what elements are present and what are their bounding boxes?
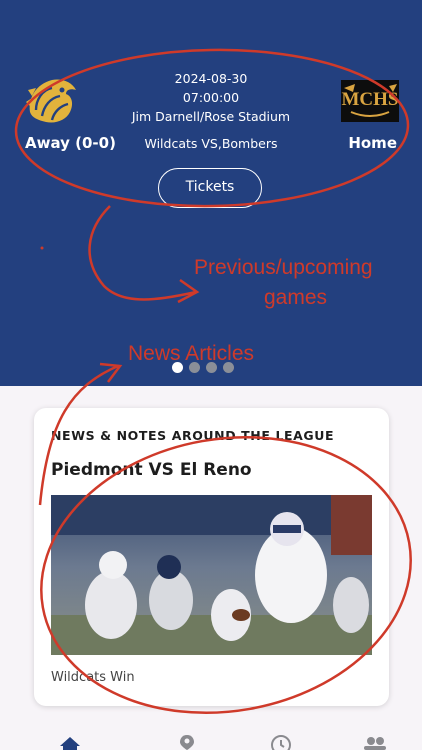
tickets-button[interactable]: Tickets — [158, 168, 262, 208]
annotation-label-games-1: Previous/upcoming — [194, 256, 373, 279]
matchup-text: Wildcats VS,Bombers — [144, 136, 278, 151]
svg-text:MCHS: MCHS — [342, 89, 399, 110]
annotation-label-news: News Articles — [128, 342, 255, 365]
clock-icon[interactable] — [270, 734, 292, 750]
game-carousel[interactable]: MCHS 2024-08-30 07:00:00 Jim Darnell/Ros… — [0, 0, 422, 386]
game-info: 2024-08-30 07:00:00 Jim Darnell/Rose Sta… — [111, 69, 311, 126]
home-team-label: Home — [348, 134, 397, 152]
away-team-logo — [22, 72, 80, 130]
people-icon[interactable] — [362, 734, 388, 750]
game-date: 2024-08-30 — [174, 71, 248, 86]
game-time: 07:00:00 — [182, 90, 240, 105]
away-team-label: Away (0-0) — [25, 134, 116, 152]
annotation-label-games-2: games — [264, 286, 328, 309]
news-card[interactable]: NEWS & NOTES AROUND THE LEAGUE Piedmont … — [34, 408, 389, 706]
news-section-label: NEWS & NOTES AROUND THE LEAGUE — [51, 428, 335, 443]
home-icon[interactable] — [58, 734, 82, 750]
news-caption: Wildcats Win — [51, 670, 135, 685]
news-image — [51, 495, 372, 655]
news-title: Piedmont VS El Reno — [51, 460, 252, 480]
game-venue: Jim Darnell/Rose Stadium — [131, 109, 291, 124]
home-team-logo: MCHS — [341, 80, 399, 122]
bottom-tab-bar — [0, 728, 422, 750]
location-pin-icon[interactable] — [178, 734, 196, 750]
